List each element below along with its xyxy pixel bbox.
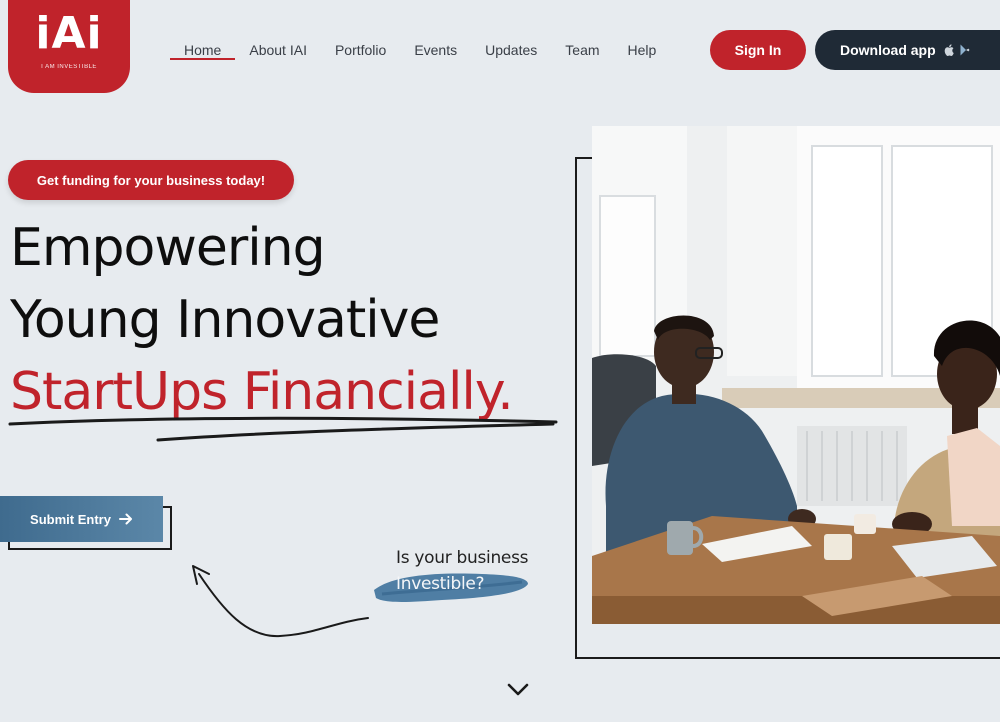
curved-arrow-icon [192, 565, 369, 638]
brand-logo[interactable]: iAi I AM INVESTIBLE [8, 0, 130, 93]
logo-mark: iAi [35, 8, 103, 59]
investible-callout: Is your business Investible? [372, 546, 542, 606]
submit-entry-label: Submit Entry [30, 511, 111, 527]
nav-events[interactable]: Events [400, 40, 471, 60]
logo-tagline: I AM INVESTIBLE [41, 64, 97, 70]
google-play-icon [960, 44, 970, 56]
apple-icon [944, 44, 954, 56]
headline-line-2: Young Innovative [10, 290, 440, 350]
hero-photo [592, 126, 1000, 624]
main-nav: Home About IAI Portfolio Events Updates … [170, 40, 670, 60]
arrow-right-icon [118, 513, 132, 525]
investible-question-line-1: Is your business [396, 548, 529, 568]
nav-team[interactable]: Team [551, 40, 613, 60]
hero-headline: Empowering Young Innovative StartUps Fin… [10, 212, 570, 428]
funding-pill-button[interactable]: Get funding for your business today! [8, 160, 294, 200]
nav-about[interactable]: About IAI [235, 40, 321, 60]
submit-entry-button[interactable]: Submit Entry [0, 496, 163, 542]
download-app-button[interactable]: Download app [815, 30, 1000, 70]
nav-updates[interactable]: Updates [471, 40, 551, 60]
scribble-underline [8, 416, 558, 442]
meeting-photo [592, 126, 1000, 624]
investible-question-line-2: Investible? [396, 574, 485, 594]
nav-home[interactable]: Home [170, 40, 235, 60]
download-app-label: Download app [840, 42, 936, 58]
nav-help[interactable]: Help [614, 40, 671, 60]
sign-in-button[interactable]: Sign In [710, 30, 806, 70]
store-icons [944, 44, 970, 56]
nav-portfolio[interactable]: Portfolio [321, 40, 400, 60]
headline-line-1: Empowering [10, 218, 326, 278]
chevron-down-icon[interactable] [505, 682, 531, 698]
